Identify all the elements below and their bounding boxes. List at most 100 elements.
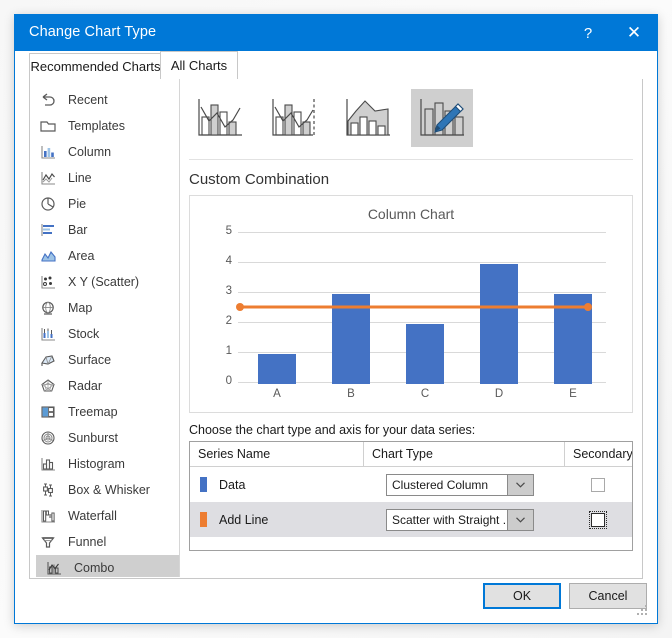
scatter-line-series: [236, 303, 592, 311]
sidebar-item-box-whisker[interactable]: Box & Whisker: [30, 477, 179, 503]
pie-icon: [38, 195, 58, 213]
sidebar-item-templates[interactable]: Templates: [30, 113, 179, 139]
sidebar-item-treemap[interactable]: Treemap: [30, 399, 179, 425]
sidebar-item-scatter[interactable]: X Y (Scatter): [30, 269, 179, 295]
scatter-icon: [38, 273, 58, 291]
tab-all-charts[interactable]: All Charts: [160, 51, 238, 80]
x-axis-tick: E: [569, 388, 577, 400]
sidebar-item-line[interactable]: Line: [30, 165, 179, 191]
sidebar-item-label: Pie: [68, 196, 87, 211]
tab-recommended-charts[interactable]: Recommended Charts: [29, 53, 162, 80]
sidebar-item-radar[interactable]: Radar: [30, 373, 179, 399]
thumbnail-clustered-column-line-secondary-axis[interactable]: [263, 89, 325, 147]
combo-type-title: Custom Combination: [189, 171, 330, 188]
sidebar-item-bar[interactable]: Bar: [30, 217, 179, 243]
sidebar-item-label: Templates: [68, 118, 125, 133]
sidebar-item-label: Waterfall: [68, 508, 117, 523]
chart-type-value: Clustered Column: [392, 478, 489, 492]
sidebar-item-label: Combo: [74, 560, 115, 575]
dialog-footer: OK Cancel: [15, 583, 657, 623]
thumbnail-clustered-column-line[interactable]: [189, 89, 251, 147]
series-name-cell: Add Line: [190, 502, 363, 537]
sidebar-item-label: Treemap: [68, 404, 118, 419]
bar-icon: [38, 221, 58, 239]
sidebar-item-label: Radar: [68, 378, 103, 393]
secondary-axis-cell: [564, 467, 632, 502]
combo-icon: [44, 559, 64, 577]
table-row[interactable]: Add Line Scatter with Straight ...: [190, 502, 632, 537]
sidebar-item-column[interactable]: Column: [30, 139, 179, 165]
recent-icon: [38, 91, 58, 109]
sidebar-item-label: Sunburst: [68, 430, 119, 445]
sidebar-item-label: X Y (Scatter): [68, 274, 140, 289]
sidebar-item-area[interactable]: Area: [30, 243, 179, 269]
chart-title: Column Chart: [367, 206, 455, 222]
change-chart-type-dialog: Change Chart Type ? ✕ Recommended Charts…: [14, 14, 658, 624]
funnel-icon: [38, 533, 58, 551]
tab-strip: Recommended Charts All Charts: [15, 51, 657, 80]
series-color-swatch: [200, 512, 207, 527]
box-whisker-icon: [38, 481, 58, 499]
area-icon: [38, 247, 58, 265]
column-header-secondary-axis: Secondary Axis: [564, 442, 632, 466]
sidebar-item-label: Funnel: [68, 534, 107, 549]
ok-button[interactable]: OK: [483, 583, 561, 609]
series-name-label: Data: [219, 477, 246, 492]
sidebar-item-waterfall[interactable]: Waterfall: [30, 503, 179, 529]
sidebar-item-label: Surface: [68, 352, 112, 367]
sunburst-icon: [38, 429, 58, 447]
x-axis-tick: A: [273, 388, 281, 400]
sidebar-item-recent[interactable]: Recent: [30, 87, 179, 113]
close-icon[interactable]: ✕: [611, 15, 657, 51]
thumbnail-stacked-area-clustered-column[interactable]: [337, 89, 399, 147]
sidebar-item-map[interactable]: Map: [30, 295, 179, 321]
pencil-icon: [434, 103, 464, 133]
map-icon: [38, 299, 58, 317]
radar-icon: [38, 377, 58, 395]
sidebar-item-label: Area: [68, 248, 95, 263]
surface-icon: [38, 351, 58, 369]
sidebar-item-funnel[interactable]: Funnel: [30, 529, 179, 555]
x-axis-tick: C: [420, 388, 430, 400]
thumbnail-custom-combination[interactable]: [411, 89, 473, 147]
help-icon[interactable]: ?: [565, 15, 611, 51]
x-axis-tick: D: [494, 388, 504, 400]
choose-series-label: Choose the chart type and axis for your …: [189, 423, 476, 437]
sidebar-item-combo[interactable]: Combo: [36, 555, 179, 577]
chart-options-panel: Custom Combination Column Chart 5 4 3 2 …: [181, 79, 642, 577]
series-name-label: Add Line: [219, 512, 269, 527]
thumbnails-divider: [189, 159, 633, 160]
sidebar-item-label: Line: [68, 170, 92, 185]
waterfall-icon: [38, 507, 58, 525]
sidebar-item-sunburst[interactable]: Sunburst: [30, 425, 179, 451]
resize-grip[interactable]: [637, 605, 647, 615]
cancel-button[interactable]: Cancel: [569, 583, 647, 609]
sidebar-item-pie[interactable]: Pie: [30, 191, 179, 217]
chart-type-dropdown-add-line[interactable]: Scatter with Straight ...: [386, 509, 534, 531]
line-icon: [38, 169, 58, 187]
column-header-series-name: Series Name: [198, 447, 271, 461]
histogram-icon: [38, 455, 58, 473]
chevron-down-icon[interactable]: [507, 510, 533, 530]
secondary-axis-checkbox-data[interactable]: [591, 477, 605, 492]
chart-type-cell: Scatter with Straight ...: [386, 509, 534, 531]
secondary-axis-checkbox-add-line[interactable]: [589, 510, 607, 529]
chart-category-sidebar[interactable]: Recent Templates Column Line Pie Bar Are…: [30, 79, 180, 577]
chart-subtype-thumbnails[interactable]: [189, 89, 473, 153]
dialog-title: Change Chart Type: [29, 24, 157, 40]
sidebar-item-label: Map: [68, 300, 93, 315]
series-table: Series Name Chart Type Secondary Axis Da…: [189, 441, 633, 551]
chart-type-dropdown-data[interactable]: Clustered Column: [386, 474, 534, 496]
series-color-swatch: [200, 477, 207, 492]
sidebar-item-stock[interactable]: Stock: [30, 321, 179, 347]
secondary-axis-cell: [564, 502, 632, 537]
chart-type-cell: Clustered Column: [386, 474, 534, 496]
sidebar-item-surface[interactable]: Surface: [30, 347, 179, 373]
column-header-chart-type: Chart Type: [363, 442, 564, 466]
table-row[interactable]: Data Clustered Column: [190, 467, 632, 502]
chevron-down-icon[interactable]: [507, 475, 533, 495]
sidebar-item-label: Box & Whisker: [68, 482, 150, 497]
sidebar-item-histogram[interactable]: Histogram: [30, 451, 179, 477]
chart-preview: Column Chart 5 4 3 2 1 0 A B C D E: [189, 195, 633, 413]
series-name-cell: Data: [190, 467, 363, 502]
